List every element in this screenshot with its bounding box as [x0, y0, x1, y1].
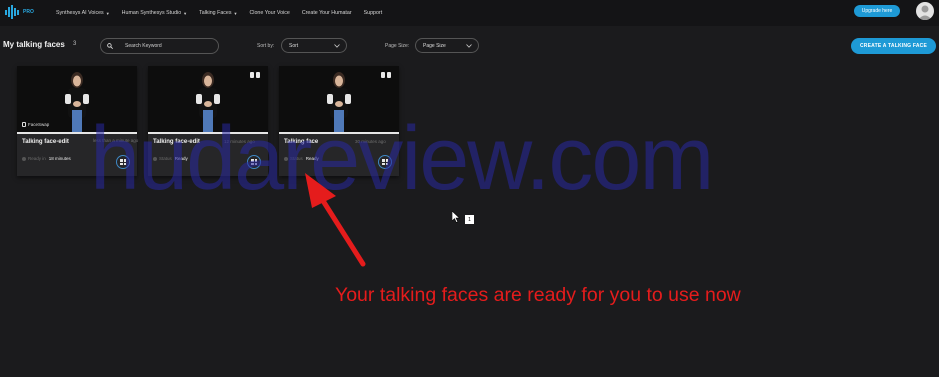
nav-item-support[interactable]: Support	[364, 10, 383, 16]
caret-down-icon: ▼	[233, 10, 238, 16]
pro-badge: PRO	[23, 9, 34, 15]
caret-down-icon: ▼	[105, 10, 110, 16]
nav-label: Create Your Humatar	[301, 10, 352, 16]
faceswap-icon	[22, 122, 26, 127]
user-icon	[918, 5, 932, 20]
top-navbar: PRO Synthesys AI Voices ▼ Human Synthesy…	[0, 0, 939, 26]
page-title: My talking faces	[3, 40, 65, 49]
status-key: Ready in	[28, 156, 46, 161]
nav-item-talking-faces[interactable]: Talking Faces ▼	[199, 10, 237, 16]
edit-icon[interactable]	[250, 72, 254, 78]
nav-item-human-studio[interactable]: Human Synthesys Studio ▼	[122, 10, 187, 16]
edit-icon[interactable]	[381, 72, 385, 78]
logo[interactable]: PRO	[5, 4, 37, 20]
delete-icon[interactable]	[387, 72, 391, 78]
mouse-cursor-icon	[452, 211, 461, 223]
card-status: Ready in 18 minutes	[22, 156, 71, 161]
sort-select[interactable]: Sort	[281, 38, 347, 53]
card-title: Talking face-edit	[22, 139, 69, 145]
nav-label: Human Synthesys Studio	[121, 10, 182, 16]
nav-item-clone-voice[interactable]: Clone Your Voice	[249, 10, 289, 16]
search-icon	[107, 43, 113, 49]
card-actions	[379, 72, 391, 78]
delete-icon[interactable]	[256, 72, 260, 78]
nav-label: Synthesys AI Voices	[56, 10, 104, 16]
page-size-value: Page Size	[423, 42, 446, 49]
status-value: 18 minutes	[48, 156, 71, 161]
caret-down-icon: ▼	[183, 10, 188, 16]
create-talking-face-button[interactable]: CREATE A TALKING FACE	[851, 38, 936, 54]
waveform-logo-icon	[5, 5, 19, 19]
presenter-image	[65, 72, 89, 132]
annotation-caption: Your talking faces are ready for you to …	[335, 284, 741, 306]
upgrade-button[interactable]: Upgrade here	[854, 5, 900, 17]
nav-item-create-humatar[interactable]: Create Your Humatar	[302, 10, 352, 16]
search-box[interactable]	[100, 38, 219, 54]
main-nav: Synthesys AI Voices ▼ Human Synthesys St…	[56, 0, 394, 26]
avatar[interactable]	[916, 2, 934, 20]
nav-label: Talking Faces	[199, 10, 232, 16]
faceswap-badge: FaceSwap	[22, 122, 49, 127]
sort-value: Sort	[289, 42, 299, 49]
chevron-down-icon	[466, 43, 472, 48]
faceswap-label: FaceSwap	[28, 122, 50, 127]
clock-icon	[22, 156, 26, 161]
item-count: 3	[73, 41, 77, 47]
page-size-select[interactable]: Page Size	[415, 38, 479, 53]
card-actions	[248, 72, 260, 78]
nav-label: Support	[363, 10, 383, 16]
watermark: hudareview.com	[90, 109, 714, 209]
nav-label: Clone Your Voice	[249, 10, 290, 16]
nav-item-ai-voices[interactable]: Synthesys AI Voices ▼	[56, 10, 110, 16]
chevron-down-icon	[334, 43, 340, 48]
search-input[interactable]	[125, 43, 215, 49]
sort-label: Sort by:	[257, 43, 275, 49]
cursor-badge: 1	[465, 215, 474, 224]
page-size-label: Page Size:	[385, 43, 410, 49]
